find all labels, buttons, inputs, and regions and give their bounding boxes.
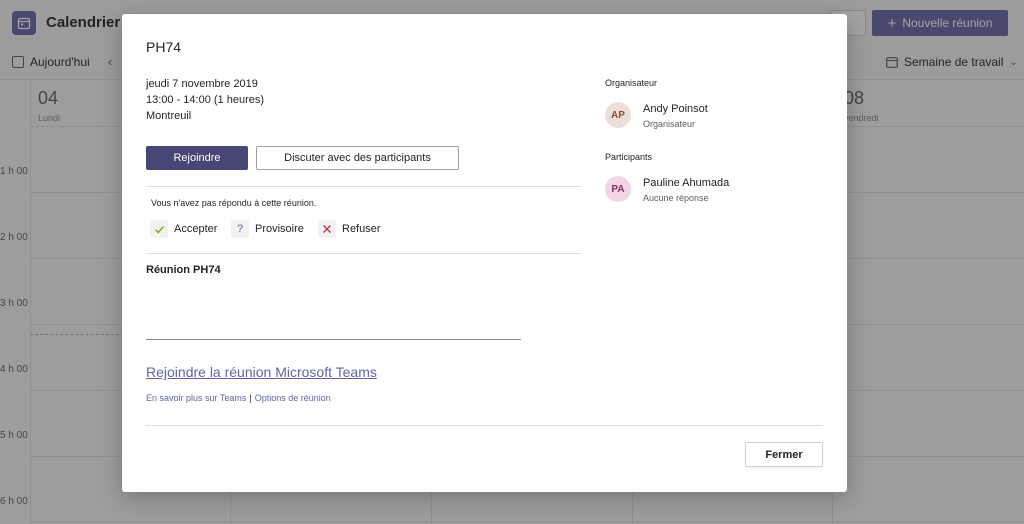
organizer-name: Andy Poinsot xyxy=(643,103,708,115)
decline-button[interactable]: Refuser xyxy=(318,220,381,238)
link-separator: | xyxy=(249,393,252,403)
question-icon: ? xyxy=(231,220,249,238)
organizer-role: Organisateur xyxy=(643,119,696,129)
close-icon xyxy=(318,220,336,238)
meeting-title: PH74 xyxy=(146,39,182,55)
participant-item[interactable]: PA Pauline Ahumada Aucune réponse xyxy=(605,176,729,203)
check-icon xyxy=(150,220,168,238)
divider xyxy=(146,253,581,254)
organizer-section-label: Organisateur xyxy=(605,78,658,88)
accept-button[interactable]: Accepter xyxy=(150,220,217,238)
participant-info: Pauline Ahumada Aucune réponse xyxy=(643,176,729,203)
organizer-info: Andy Poinsot Organisateur xyxy=(643,102,708,129)
meeting-options-link[interactable]: Options de réunion xyxy=(255,393,331,403)
meeting-location: Montreuil xyxy=(146,110,192,122)
meeting-links: En savoir plus sur Teams | Options de réun… xyxy=(146,393,331,403)
learn-more-link[interactable]: En savoir plus sur Teams xyxy=(146,393,246,403)
footer-divider xyxy=(146,425,823,426)
participant-name: Pauline Ahumada xyxy=(643,177,730,189)
tentative-button[interactable]: ? Provisoire xyxy=(231,220,304,238)
description-title: Réunion PH74 xyxy=(146,264,221,276)
chat-with-participants-button[interactable]: Discuter avec des participants xyxy=(256,146,459,170)
decline-label: Refuser xyxy=(342,223,381,235)
meeting-details-dialog: PH74 jeudi 7 novembre 2019 13:00 - 14:00… xyxy=(122,14,847,492)
accept-label: Accepter xyxy=(174,223,218,235)
divider xyxy=(146,186,581,187)
tentative-label: Provisoire xyxy=(255,223,304,235)
avatar: AP xyxy=(605,102,631,128)
join-teams-meeting-link[interactable]: Rejoindre la réunion Microsoft Teams xyxy=(146,364,377,380)
participant-status: Aucune réponse xyxy=(643,193,709,203)
meeting-date: jeudi 7 novembre 2019 xyxy=(146,78,258,90)
description-rule xyxy=(146,339,521,340)
participants-section-label: Participants xyxy=(605,152,653,162)
meeting-time: 13:00 - 14:00 (1 heures) xyxy=(146,94,265,106)
rsvp-status-text: Vous n'avez pas répondu à cette réunion. xyxy=(151,198,317,208)
avatar: PA xyxy=(605,176,631,202)
organizer-item[interactable]: AP Andy Poinsot Organisateur xyxy=(605,102,708,129)
close-button[interactable]: Fermer xyxy=(745,442,823,467)
join-button[interactable]: Rejoindre xyxy=(146,146,248,170)
